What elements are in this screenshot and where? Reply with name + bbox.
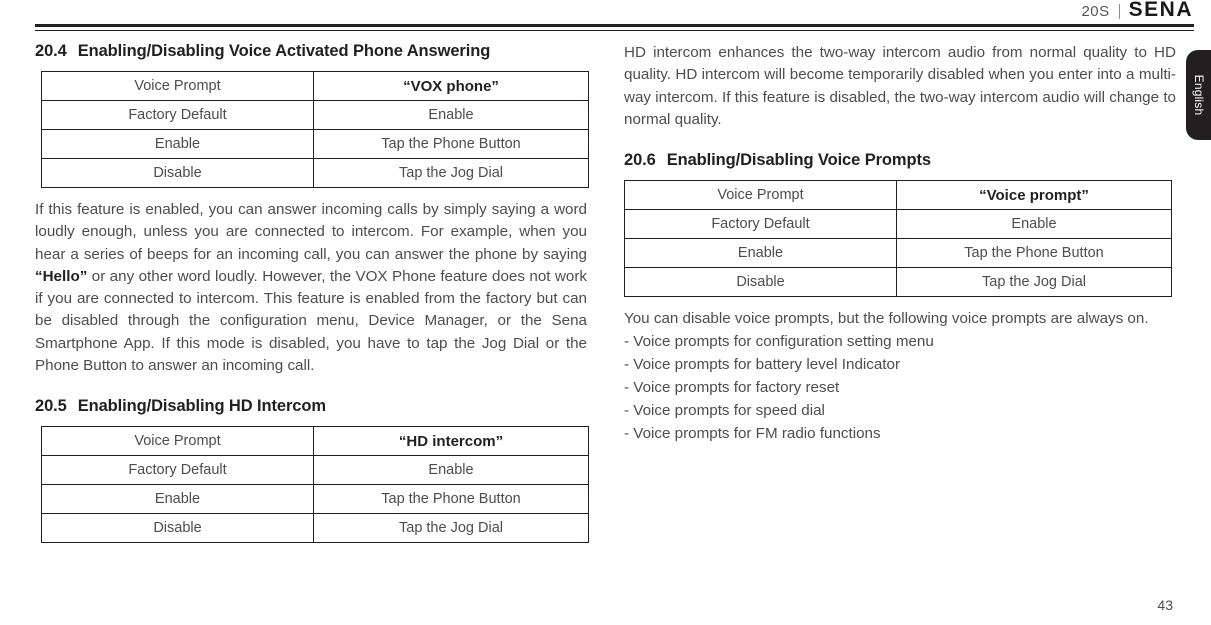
voice-prompts-settings-table: Voice Prompt “Voice prompt” Factory Defa… (624, 180, 1172, 298)
page-number: 43 (1157, 597, 1173, 613)
always-on-voice-prompts-list: - Voice prompts for configuration settin… (624, 330, 1176, 445)
enable-value-cell: Tap the Phone Button (896, 238, 1172, 269)
voice-prompt-label-cell: Voice Prompt (41, 71, 314, 101)
section-heading-20-6: 20.6 Enabling/Disabling Voice Prompts (624, 151, 1176, 170)
header-rule-thick (35, 24, 1194, 27)
factory-default-value-cell: Enable (313, 100, 589, 130)
section-heading-20-5: 20.5 Enabling/Disabling HD Intercom (35, 397, 587, 416)
enable-value-cell: Tap the Phone Button (313, 129, 589, 159)
brand-lockup: 20S SENA (1081, 0, 1193, 22)
section-title-20-4: Enabling/Disabling Voice Activated Phone… (77, 42, 491, 60)
vox-phone-description: If this feature is enabled, you can answ… (35, 199, 587, 377)
section-title-20-5: Enabling/Disabling HD Intercom (77, 397, 326, 416)
page-header: 20S SENA (0, 0, 1211, 36)
section-title-20-6: Enabling/Disabling Voice Prompts (666, 151, 931, 170)
enable-value-cell: Tap the Phone Button (313, 484, 589, 515)
voice-prompts-intro: You can disable voice prompts, but the f… (624, 310, 1149, 328)
voice-prompt-label-cell: Voice Prompt (624, 180, 897, 211)
product-model-label: 20S (1081, 2, 1110, 20)
left-column: 20.4 Enabling/Disabling Voice Activated … (35, 42, 589, 544)
table-row: Enable Tap the Phone Button (41, 484, 589, 515)
header-rule-thin (35, 30, 1194, 31)
hello-keyword: “Hello” (35, 267, 88, 285)
section-heading-20-4: 20.4 Enabling/Disabling Voice Activated … (35, 42, 587, 61)
list-item: - Voice prompts for configuration settin… (624, 333, 934, 351)
disable-value-cell: Tap the Jog Dial (313, 513, 589, 544)
section-number-20-5: 20.5 (35, 397, 67, 416)
voice-prompt-value-cell: “HD intercom” (313, 426, 589, 457)
list-item: - Voice prompts for speed dial (624, 402, 825, 420)
disable-value-cell: Tap the Jog Dial (896, 267, 1172, 298)
voice-prompt-label-cell: Voice Prompt (41, 426, 314, 457)
hd-intercom-settings-table: Voice Prompt “HD intercom” Factory Defau… (41, 426, 589, 544)
hd-intercom-description: HD intercom enhances the two-way interco… (624, 44, 1176, 128)
table-row: Enable Tap the Phone Button (624, 238, 1172, 269)
factory-default-label-cell: Factory Default (624, 209, 897, 240)
vox-description-part1: If this feature is enabled, you can answ… (35, 201, 587, 263)
vox-description-part2: or any other word loudly. However, the V… (35, 267, 587, 375)
voice-prompt-value-cell: “Voice prompt” (896, 180, 1172, 211)
enable-label-cell: Enable (41, 129, 314, 159)
table-row: Voice Prompt “Voice prompt” (624, 180, 1172, 211)
table-row: Disable Tap the Jog Dial (41, 513, 589, 544)
vox-phone-settings-table: Voice Prompt “VOX phone” Factory Default… (41, 71, 589, 188)
disable-value-cell: Tap the Jog Dial (313, 158, 589, 188)
table-row: Disable Tap the Jog Dial (41, 158, 589, 188)
disable-label-cell: Disable (41, 513, 314, 544)
factory-default-label-cell: Factory Default (41, 100, 314, 130)
language-tab-english[interactable]: English (1186, 50, 1211, 140)
enable-label-cell: Enable (41, 484, 314, 515)
disable-label-cell: Disable (624, 267, 897, 298)
table-row: Enable Tap the Phone Button (41, 129, 589, 159)
table-row: Voice Prompt “VOX phone” (41, 71, 589, 101)
voice-prompt-value-cell: “VOX phone” (313, 71, 589, 101)
table-row: Factory Default Enable (41, 455, 589, 486)
sena-logo: SENA (1128, 0, 1193, 21)
factory-default-value-cell: Enable (896, 209, 1172, 240)
enable-label-cell: Enable (624, 238, 897, 269)
right-column: HD intercom enhances the two-way interco… (624, 42, 1176, 445)
table-row: Factory Default Enable (624, 209, 1172, 240)
table-row: Voice Prompt “HD intercom” (41, 426, 589, 457)
factory-default-value-cell: Enable (313, 455, 589, 486)
list-item: - Voice prompts for FM radio functions (624, 425, 881, 443)
section-number-20-4: 20.4 (35, 42, 67, 60)
factory-default-label-cell: Factory Default (41, 455, 314, 486)
disable-label-cell: Disable (41, 158, 314, 188)
table-row: Factory Default Enable (41, 100, 589, 130)
language-tab-label: English (1191, 74, 1206, 116)
list-item: - Voice prompts for factory reset (624, 379, 840, 397)
brand-separator (1118, 3, 1120, 19)
table-row: Disable Tap the Jog Dial (624, 267, 1172, 298)
section-number-20-6: 20.6 (624, 151, 656, 170)
list-item: - Voice prompts for battery level Indica… (624, 356, 901, 374)
